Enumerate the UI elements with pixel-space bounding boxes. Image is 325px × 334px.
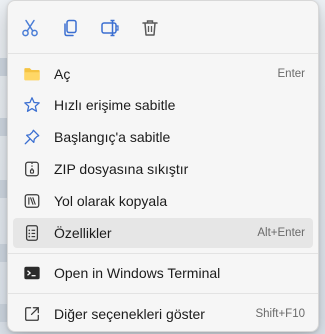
menu-item-label: Aç [54, 66, 71, 82]
copy-icon [64, 19, 77, 37]
menu-item-pin-to-start[interactable]: Başlangıç'a sabitle [13, 122, 313, 152]
cut-button[interactable] [12, 10, 48, 46]
menu-item-pin-to-quick-access[interactable]: Hızlı erişime sabitle [13, 90, 313, 120]
menu-item-open-in-terminal[interactable]: Open in Windows Terminal [13, 258, 313, 288]
menu-item-label: Yol olarak kopyala [54, 193, 168, 209]
menu-item-label: Diğer seçenekleri göster [54, 306, 205, 322]
context-menu: Aç Enter Hızlı erişime sabitle Başlangıç… [7, 0, 319, 332]
rename-button[interactable] [92, 10, 128, 46]
menu-item-shortcut: Shift+F10 [255, 308, 305, 320]
menu-item-label: Başlangıç'a sabitle [54, 129, 171, 145]
terminal-icon [22, 263, 42, 283]
zip-icon [22, 159, 42, 179]
menu-item-compress-zip[interactable]: ZIP dosyasına sıkıştır [13, 154, 313, 184]
menu-item-properties[interactable]: Özellikler Alt+Enter [13, 218, 313, 248]
menu-item-shortcut: Enter [277, 68, 306, 80]
menu-item-label: Open in Windows Terminal [54, 265, 221, 281]
delete-button[interactable] [132, 10, 168, 46]
more-options-icon [22, 304, 42, 324]
menu-item-label: Hızlı erişime sabitle [54, 97, 176, 113]
menu-item-copy-as-path[interactable]: Yol olarak kopyala [13, 186, 313, 216]
properties-icon [22, 223, 42, 243]
menu-item-show-more-options[interactable]: Diğer seçenekleri göster Shift+F10 [13, 299, 313, 329]
menu-separator [8, 293, 318, 294]
scissors-icon [22, 19, 38, 37]
menu-item-shortcut: Alt+Enter [257, 227, 305, 239]
copy-path-icon [22, 191, 42, 211]
copy-button[interactable] [52, 10, 88, 46]
menu-item-open[interactable]: Aç Enter [13, 59, 313, 89]
toolbar-separator [8, 53, 318, 54]
context-menu-toolbar [8, 10, 318, 48]
star-icon [22, 95, 42, 115]
menu-separator [8, 253, 318, 254]
rename-icon [101, 19, 119, 37]
pin-icon [22, 127, 42, 147]
menu-item-label: ZIP dosyasına sıkıştır [54, 161, 189, 177]
trash-icon [142, 20, 158, 36]
folder-icon [22, 64, 42, 84]
menu-item-label: Özellikler [54, 225, 112, 241]
